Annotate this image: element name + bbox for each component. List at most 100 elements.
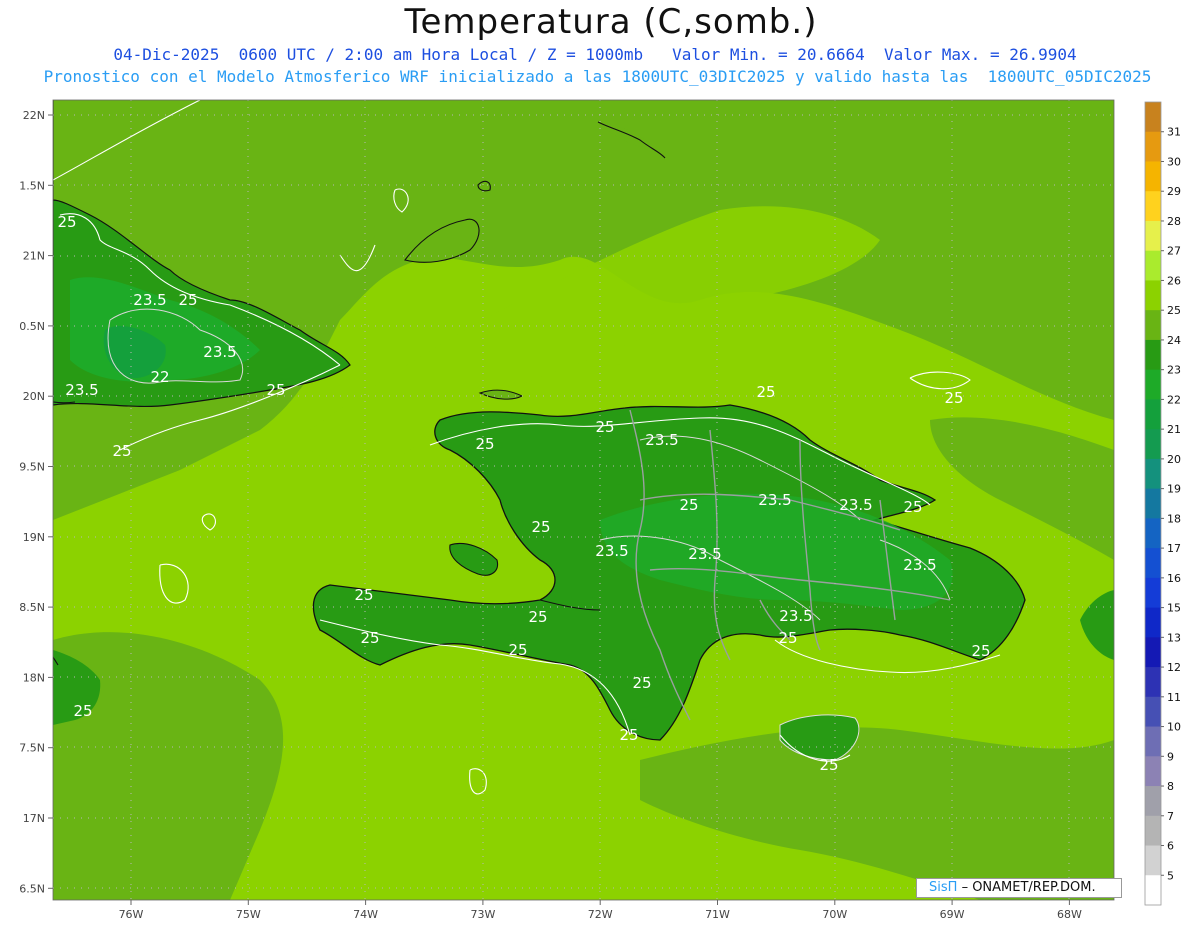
colorbar-label: 28 bbox=[1167, 215, 1181, 228]
colorbar-label: 17 bbox=[1167, 542, 1181, 555]
colorbar-swatch bbox=[1145, 369, 1161, 400]
contour-label: 23.5 bbox=[758, 491, 791, 509]
contour-label: 25 bbox=[508, 641, 527, 659]
contour-label: 25 bbox=[354, 586, 373, 604]
contour-label: 25 bbox=[944, 389, 963, 407]
colorbar-swatch bbox=[1145, 310, 1161, 341]
lon-label: 75W bbox=[236, 908, 261, 921]
colorbar-swatch bbox=[1145, 429, 1161, 460]
colorbar-swatch bbox=[1145, 756, 1161, 787]
contour-label: 25 bbox=[266, 381, 285, 399]
lon-label: 70W bbox=[822, 908, 847, 921]
colorbar-swatch bbox=[1145, 726, 1161, 757]
longitude-axis: 76W 75W 74W 73W 72W 71W 70W 69W 68W bbox=[119, 900, 1082, 921]
contour-label: 25 bbox=[528, 608, 547, 626]
colorbar-label: 26 bbox=[1167, 274, 1181, 287]
colorbar-label: 21 bbox=[1167, 423, 1181, 436]
contour-label: 23.5 bbox=[839, 496, 872, 514]
colorbar-label: 25 bbox=[1167, 304, 1181, 317]
contour-label: 23.5 bbox=[645, 431, 678, 449]
colorbar-swatch bbox=[1145, 607, 1161, 638]
credit-text: – ONAMET/REP.DOM. bbox=[961, 880, 1096, 895]
colorbar-label: 29 bbox=[1167, 185, 1181, 198]
colorbar-swatch bbox=[1145, 131, 1161, 162]
lat-label: 19N bbox=[23, 531, 45, 544]
latitude-axis: 22N 1.5N 21N 0.5N 20N 9.5N 19N 8.5N 18N 7.5N 17N 6.… bbox=[19, 109, 53, 895]
lat-label: 20N bbox=[23, 390, 45, 403]
contour-label: 25 bbox=[360, 629, 379, 647]
lat-label: 6.5N bbox=[19, 882, 45, 895]
colorbar-swatch bbox=[1145, 875, 1161, 906]
colorbar: 31 30 29 28 27 26 25 24 23 22 21 20 19 18 17 16 15 13 12 11… bbox=[1144, 101, 1181, 906]
contour-label: 25 bbox=[595, 418, 614, 436]
colorbar-swatch bbox=[1145, 577, 1161, 609]
contour-label: 23.5 bbox=[65, 381, 98, 399]
credit-brand: SisΠ bbox=[929, 880, 958, 895]
colorbar-label: 13 bbox=[1167, 631, 1181, 644]
colorbar-label: 8 bbox=[1167, 780, 1174, 793]
colorbar-swatch bbox=[1145, 488, 1161, 519]
forecast-map: 2523.5 2523.52223.5 252525 25252523.525 23.5… bbox=[19, 99, 1181, 921]
contour-label: 23.5 bbox=[688, 545, 721, 563]
colorbar-label: 9 bbox=[1167, 750, 1174, 763]
contour-label: 25 bbox=[57, 213, 76, 231]
colorbar-swatch bbox=[1145, 786, 1161, 817]
colorbar-label: 24 bbox=[1167, 334, 1181, 347]
colorbar-label: 30 bbox=[1167, 155, 1181, 168]
lon-label: 69W bbox=[940, 908, 965, 921]
lat-label: 9.5N bbox=[19, 461, 45, 474]
contour-label: 23.5 bbox=[203, 343, 236, 361]
lat-label: 21N bbox=[23, 250, 45, 263]
colorbar-swatch bbox=[1145, 667, 1161, 698]
colorbar-swatch bbox=[1145, 191, 1161, 222]
contour-label: 23.5 bbox=[779, 607, 812, 625]
contour-label: 25 bbox=[531, 518, 550, 536]
lat-label: 8.5N bbox=[19, 601, 45, 614]
temperature-field: 2523.5 2523.52223.5 252525 25252523.525 23.5… bbox=[53, 100, 1114, 900]
contour-label: 23.5 bbox=[595, 542, 628, 560]
contour-label: 23.5 bbox=[903, 556, 936, 574]
contour-label: 25 bbox=[756, 383, 775, 401]
colorbar-swatch bbox=[1145, 548, 1161, 579]
lat-label: 7.5N bbox=[19, 742, 45, 755]
contour-label: 25 bbox=[619, 726, 638, 744]
lon-label: 72W bbox=[588, 908, 613, 921]
lat-label: 22N bbox=[23, 109, 45, 122]
colorbar-swatch bbox=[1145, 845, 1161, 876]
colorbar-swatch bbox=[1145, 696, 1161, 728]
colorbar-label: 20 bbox=[1167, 453, 1181, 466]
colorbar-label: 6 bbox=[1167, 840, 1174, 853]
colorbar-swatch bbox=[1145, 458, 1161, 490]
colorbar-swatch bbox=[1145, 220, 1161, 252]
colorbar-label: 27 bbox=[1167, 245, 1181, 258]
colorbar-swatch bbox=[1145, 339, 1161, 371]
contour-label: 25 bbox=[632, 674, 651, 692]
colorbar-swatch bbox=[1145, 815, 1161, 847]
lon-label: 71W bbox=[705, 908, 730, 921]
lat-label: 17N bbox=[23, 812, 45, 825]
lat-label: 1.5N bbox=[19, 179, 45, 192]
contour-label: 25 bbox=[73, 702, 92, 720]
colorbar-label: 18 bbox=[1167, 512, 1181, 525]
colorbar-label: 7 bbox=[1167, 810, 1174, 823]
colorbar-label: 11 bbox=[1167, 691, 1181, 704]
contour-label: 22 bbox=[150, 368, 169, 386]
lon-label: 68W bbox=[1057, 908, 1082, 921]
lat-label: 0.5N bbox=[19, 320, 45, 333]
colorbar-label: 16 bbox=[1167, 572, 1181, 585]
contour-label: 25 bbox=[819, 756, 838, 774]
contour-label: 25 bbox=[903, 498, 922, 516]
colorbar-label: 22 bbox=[1167, 393, 1181, 406]
colorbar-label: 5 bbox=[1167, 869, 1174, 882]
credit-box: SisΠ – ONAMET/REP.DOM. bbox=[916, 878, 1122, 898]
colorbar-label: 10 bbox=[1167, 721, 1181, 734]
lat-label: 18N bbox=[23, 671, 45, 684]
colorbar-label: 19 bbox=[1167, 483, 1181, 496]
colorbar-swatch bbox=[1145, 250, 1161, 281]
colorbar-label: 31 bbox=[1167, 126, 1181, 139]
contour-label: 23.5 bbox=[133, 291, 166, 309]
lon-label: 76W bbox=[119, 908, 144, 921]
colorbar-label: 15 bbox=[1167, 602, 1181, 615]
colorbar-swatch bbox=[1145, 637, 1161, 668]
colorbar-swatch bbox=[1145, 161, 1161, 192]
